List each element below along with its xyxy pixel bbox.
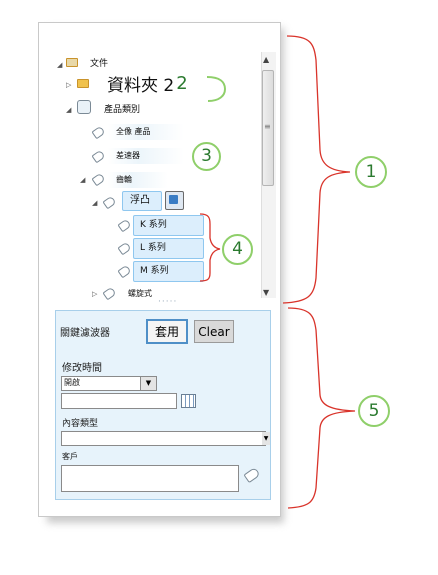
callout-2: 2 bbox=[176, 73, 188, 94]
callout-5: 5 bbox=[358, 395, 390, 427]
callout-3: 3 bbox=[192, 142, 221, 171]
callout-4: 4 bbox=[222, 234, 253, 265]
annotation-brackets bbox=[199, 35, 356, 509]
callout-1: 1 bbox=[355, 156, 387, 188]
